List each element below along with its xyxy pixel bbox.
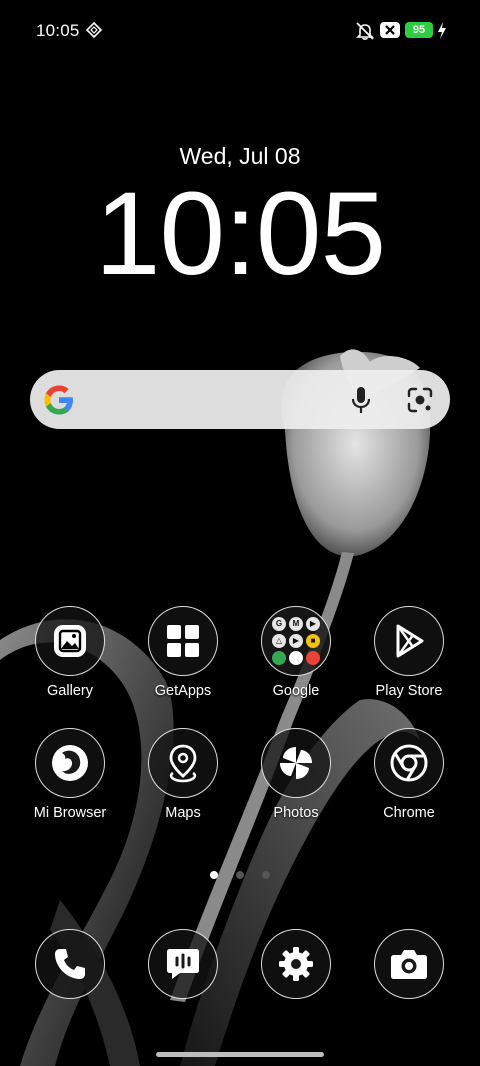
app-label-maps: Maps bbox=[165, 805, 201, 821]
app-gallery[interactable]: Gallery bbox=[15, 606, 125, 699]
folder-mini-icon: ● bbox=[289, 651, 303, 665]
app-label-gallery: Gallery bbox=[47, 683, 93, 699]
page-dot bbox=[262, 871, 271, 879]
network-diamond-icon bbox=[86, 22, 102, 38]
mi-browser-icon bbox=[35, 728, 105, 798]
gallery-icon bbox=[35, 606, 105, 676]
play-store-icon bbox=[374, 606, 444, 676]
dock-phone[interactable] bbox=[15, 929, 125, 999]
google-search-bar[interactable] bbox=[30, 370, 450, 429]
mute-icon bbox=[356, 22, 374, 40]
app-label-chrome: Chrome bbox=[383, 805, 435, 821]
dock-settings[interactable] bbox=[241, 929, 351, 999]
folder-mini-icon: ■ bbox=[306, 634, 320, 648]
clock-date[interactable]: Wed, Jul 08 bbox=[0, 143, 480, 170]
dock-camera[interactable] bbox=[354, 929, 464, 999]
google-logo-icon bbox=[44, 385, 73, 415]
dock-messages[interactable] bbox=[128, 929, 238, 999]
page-dot bbox=[236, 871, 244, 879]
folder-mini-icon: M bbox=[289, 617, 303, 631]
app-label-getapps: GetApps bbox=[154, 683, 212, 699]
folder-mini-icon: ▶ bbox=[289, 634, 303, 648]
app-maps[interactable]: Maps bbox=[128, 728, 238, 821]
camera-icon bbox=[374, 929, 444, 999]
app-photos[interactable]: Photos bbox=[241, 728, 351, 821]
mic-icon[interactable] bbox=[348, 385, 374, 415]
folder-mini-icon: ● bbox=[306, 651, 320, 665]
page-dot-active bbox=[209, 871, 218, 879]
messages-icon bbox=[148, 929, 218, 999]
phone-icon bbox=[35, 929, 105, 999]
app-mi-browser[interactable]: Mi Browser bbox=[15, 728, 125, 821]
getapps-grid-icon bbox=[148, 606, 218, 676]
app-label-play-store: Play Store bbox=[375, 683, 443, 699]
app-label-photos: Photos bbox=[273, 805, 319, 821]
maps-pin-icon bbox=[148, 728, 218, 798]
settings-gear-icon bbox=[261, 929, 331, 999]
battery-level-badge: 95 bbox=[405, 22, 433, 38]
app-label-google: Google bbox=[272, 683, 320, 699]
chrome-icon bbox=[374, 728, 444, 798]
folder-mini-icons: G M ▶ △ ▶ ■ ● ● ● bbox=[272, 617, 320, 665]
charging-bolt-icon bbox=[438, 22, 446, 39]
folder-mini-icon: ▶ bbox=[306, 617, 320, 631]
app-google-folder[interactable]: G M ▶ △ ▶ ■ ● ● ● Google bbox=[241, 606, 351, 699]
photos-pinwheel-icon bbox=[261, 728, 331, 798]
status-bar: 10:05 95 bbox=[0, 0, 480, 62]
lens-camera-icon[interactable] bbox=[406, 386, 434, 414]
x-notification-icon bbox=[380, 22, 400, 38]
folder-mini-icon: ● bbox=[272, 651, 286, 665]
status-time: 10:05 bbox=[36, 21, 80, 40]
home-gesture-bar[interactable] bbox=[156, 1052, 324, 1057]
folder-mini-icon: G bbox=[272, 617, 286, 631]
clock-time[interactable]: 10:05 bbox=[0, 172, 480, 297]
page-indicator bbox=[0, 866, 480, 884]
google-folder-icon: G M ▶ △ ▶ ■ ● ● ● bbox=[261, 606, 331, 676]
app-chrome[interactable]: Chrome bbox=[354, 728, 464, 821]
app-play-store[interactable]: Play Store bbox=[354, 606, 464, 699]
app-label-mi-browser: Mi Browser bbox=[33, 805, 107, 821]
app-getapps[interactable]: GetApps bbox=[128, 606, 238, 699]
folder-mini-icon: △ bbox=[272, 634, 286, 648]
